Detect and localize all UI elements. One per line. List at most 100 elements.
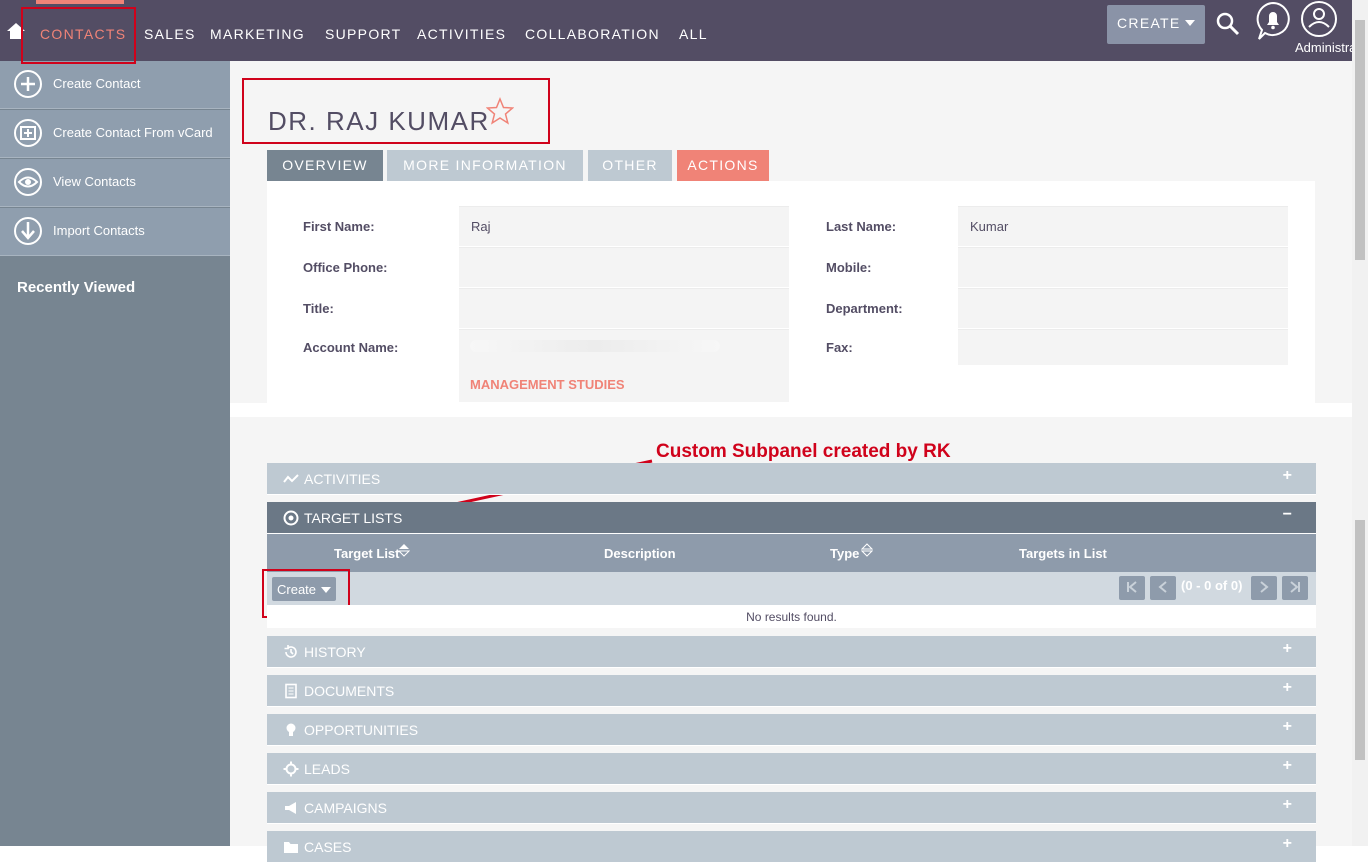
first-page-button[interactable] (1119, 576, 1145, 600)
fax-value[interactable] (958, 329, 1288, 365)
eye-icon (14, 168, 42, 196)
tab-more-information[interactable]: MORE INFORMATION (387, 150, 583, 181)
tab-actions[interactable]: ACTIONS (677, 150, 769, 181)
document-icon (285, 683, 297, 699)
subpanel-title: CAMPAIGNS (304, 800, 387, 816)
nav-marketing[interactable]: MARKETING (210, 26, 305, 42)
next-page-button[interactable] (1251, 576, 1277, 600)
collapse-icon[interactable]: − (1283, 506, 1292, 524)
subpanel-title: LEADS (304, 761, 350, 777)
last-name-value[interactable]: Kumar (958, 206, 1288, 246)
previous-page-button[interactable] (1150, 576, 1176, 600)
search-icon[interactable] (1214, 10, 1242, 38)
notification-bell-icon[interactable] (1255, 1, 1291, 41)
office-phone-label: Office Phone: (303, 260, 388, 275)
page-scrollbar[interactable] (1352, 0, 1368, 846)
expand-icon[interactable]: + (1283, 640, 1292, 658)
subpanel-cases[interactable]: CASES + (267, 831, 1316, 863)
account-name-label: Account Name: (303, 340, 399, 355)
last-page-button[interactable] (1282, 576, 1308, 600)
user-avatar-icon[interactable] (1300, 0, 1338, 38)
top-navigation-bar: CONTACTS SALES MARKETING SUPPORT ACTIVIT… (0, 0, 1352, 61)
fax-label: Fax: (826, 340, 853, 355)
sidebar: Create Contact Create Contact From vCard… (0, 61, 230, 846)
title-value[interactable] (459, 288, 789, 328)
office-phone-value[interactable] (459, 247, 789, 287)
mobile-label: Mobile: (826, 260, 872, 275)
first-name-value[interactable]: Raj (459, 206, 789, 246)
nav-sales[interactable]: SALES (144, 26, 196, 42)
account-name-link[interactable]: MANAGEMENT STUDIES (470, 377, 625, 392)
chevron-down-icon (1185, 20, 1195, 26)
last-page-icon (1290, 581, 1300, 593)
column-target-list[interactable]: Target List (334, 546, 400, 561)
folder-icon (284, 842, 298, 853)
scrollbar-thumb[interactable] (1355, 520, 1365, 760)
sidebar-action-create-from-vcard[interactable]: Create Contact From vCard (0, 110, 230, 158)
subpanel-activities[interactable]: ACTIVITIES + (267, 463, 1316, 495)
subpanel-opportunities[interactable]: OPPORTUNITIES + (267, 714, 1316, 746)
download-icon (14, 217, 42, 245)
sidebar-action-view-contacts[interactable]: View Contacts (0, 159, 230, 207)
mobile-value[interactable] (958, 247, 1288, 287)
target-icon (283, 510, 299, 526)
subpanel-title: HISTORY (304, 644, 366, 660)
expand-icon[interactable]: + (1283, 796, 1292, 814)
department-label: Department: (826, 301, 903, 316)
history-icon (284, 645, 297, 658)
sidebar-action-import-contacts[interactable]: Import Contacts (0, 208, 230, 256)
lightbulb-icon (286, 723, 296, 736)
nav-all[interactable]: ALL (679, 26, 708, 42)
create-button-label: CREATE (1117, 15, 1181, 31)
subpanel-title: ACTIVITIES (304, 471, 381, 487)
sort-icon[interactable] (861, 543, 873, 557)
redacted-text (470, 340, 720, 352)
subpanel-history[interactable]: HISTORY + (267, 636, 1316, 668)
sidebar-action-label: Create Contact From vCard (53, 125, 213, 140)
target-list-table-header: Target List Description Type Targets in … (267, 534, 1316, 572)
vcard-icon (14, 119, 42, 147)
nav-activities[interactable]: ACTIVITIES (417, 26, 506, 42)
subpanel-leads[interactable]: LEADS + (267, 753, 1316, 785)
nav-support[interactable]: SUPPORT (325, 26, 402, 42)
gear-icon (283, 761, 299, 777)
column-type[interactable]: Type (830, 546, 859, 561)
scrollbar-thumb[interactable] (1355, 20, 1365, 260)
favorite-star-icon[interactable] (486, 97, 514, 125)
subpanel-campaigns[interactable]: CAMPAIGNS + (267, 792, 1316, 824)
sort-icon[interactable] (398, 543, 410, 557)
recently-viewed-heading: Recently Viewed (17, 279, 136, 296)
nav-collaboration[interactable]: COLLABORATION (525, 26, 660, 42)
annotation-text: Custom Subpanel created by RK (656, 441, 951, 462)
subpanel-title: CASES (304, 839, 352, 855)
subpanel-target-lists[interactable]: TARGET LISTS − (267, 502, 1316, 534)
expand-icon[interactable]: + (1283, 757, 1292, 775)
column-description[interactable]: Description (604, 546, 676, 561)
pagination-count: (0 - 0 of 0) (1181, 578, 1243, 593)
expand-icon[interactable]: + (1283, 835, 1292, 853)
sidebar-action-create-contact[interactable]: Create Contact (0, 61, 230, 109)
megaphone-icon (285, 802, 296, 814)
subpanel-title: DOCUMENTS (304, 683, 395, 699)
tab-overview[interactable]: OVERVIEW (267, 150, 383, 181)
column-targets-in-list[interactable]: Targets in List (1019, 546, 1107, 561)
plus-circle-icon (14, 70, 42, 98)
record-title: DR. RAJ KUMAR (268, 106, 490, 136)
department-value[interactable] (958, 288, 1288, 328)
annotation-highlight-box (21, 7, 136, 64)
activity-icon (283, 474, 299, 483)
active-tab-indicator (36, 0, 124, 4)
sidebar-action-label: View Contacts (53, 174, 136, 189)
first-page-icon (1127, 581, 1137, 593)
tab-other[interactable]: OTHER (588, 150, 672, 181)
subpanel-documents[interactable]: DOCUMENTS + (267, 675, 1316, 707)
expand-icon[interactable]: + (1283, 679, 1292, 697)
expand-icon[interactable]: + (1283, 467, 1292, 485)
sidebar-action-label: Create Contact (53, 76, 141, 91)
first-name-label: First Name: (303, 219, 375, 234)
user-menu-label[interactable]: Administrator (1295, 40, 1352, 55)
global-create-button[interactable]: CREATE (1107, 5, 1205, 44)
subpanel-title: TARGET LISTS (304, 510, 403, 526)
subpanel-title: OPPORTUNITIES (304, 722, 419, 738)
expand-icon[interactable]: + (1283, 718, 1292, 736)
